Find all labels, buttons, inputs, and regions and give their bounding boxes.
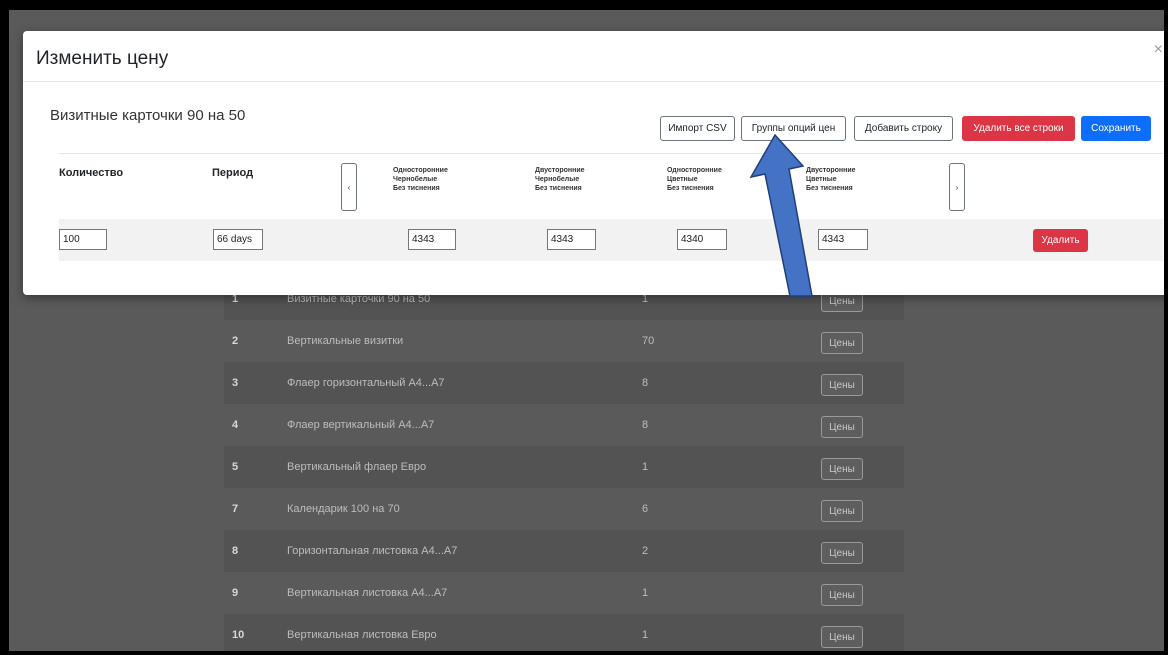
price-input-2[interactable] [547, 229, 596, 250]
product-name: Вертикальная листовка А4...А7 [287, 587, 448, 599]
prices-button[interactable]: Цены [821, 626, 863, 648]
product-count: 70 [642, 335, 655, 347]
prices-button[interactable]: Цены [821, 500, 863, 522]
product-name: Вертикальные визитки [287, 335, 404, 347]
prices-button[interactable]: Цены [821, 374, 863, 396]
table-row: 4 Флаер вертикальный А4...А7 8 Цены [224, 404, 904, 446]
column-option-1: Односторонние Черно­белые Без тиснения [393, 167, 448, 192]
product-name: Флаер вертикальный А4...А7 [287, 419, 435, 431]
product-count: 1 [642, 587, 649, 599]
price-option-groups-button[interactable]: Группы опций цен [741, 116, 846, 141]
row-number: 7 [232, 503, 239, 515]
product-count: 6 [642, 503, 649, 515]
prices-button[interactable]: Цены [821, 542, 863, 564]
product-name: Горизонтальная листовка А4...А7 [287, 545, 458, 557]
prices-button[interactable]: Цены [821, 458, 863, 480]
row-number: 10 [232, 629, 245, 641]
column-period: Период [212, 167, 254, 179]
scroll-right-button[interactable]: › [949, 163, 965, 211]
prices-button[interactable]: Цены [821, 332, 863, 354]
product-name: Вертикальный флаер Евро [287, 461, 427, 473]
product-count: 1 [642, 461, 649, 473]
screen: 1 Визитные карточки 90 на 50 1 Цены 2 Вертика… [9, 10, 1164, 651]
close-icon[interactable]: × [1154, 41, 1163, 59]
delete-all-rows-button[interactable]: Удалить все строки [962, 116, 1075, 141]
product-count: 8 [642, 419, 649, 431]
table-row: 7 Календарик 100 на 70 6 Цены [224, 488, 904, 530]
prices-button[interactable]: Цены [821, 584, 863, 606]
row-number: 3 [232, 377, 239, 389]
row-number: 2 [232, 335, 239, 347]
column-quantity: Количество [59, 167, 124, 179]
row-number: 9 [232, 587, 239, 599]
column-option-3: Односторонние Цветные Без тиснения [667, 167, 722, 192]
price-input-4[interactable] [818, 229, 868, 250]
modal-header: Изменить цену × [23, 31, 1164, 82]
table-row: 9 Вертикальная листовка А4...А7 1 Цены [224, 572, 904, 614]
save-button[interactable]: Сохранить [1081, 116, 1151, 141]
prices-button[interactable]: Цены [821, 416, 863, 438]
table-row: 8 Горизонтальная листовка А4...А7 2 Цены [224, 530, 904, 572]
column-option-4: Двусторонние Цветные Без тиснения [806, 167, 856, 192]
price-input-3[interactable] [677, 229, 727, 250]
table-row: 5 Вертикальный флаер Евро 1 Цены [224, 446, 904, 488]
background-products-table: 1 Визитные карточки 90 на 50 1 Цены 2 Вертика… [224, 278, 904, 651]
table-row: 2 Вертикальные визитки 70 Цены [224, 320, 904, 362]
product-name: Календарик 100 на 70 [287, 503, 400, 515]
product-name: Флаер горизонтальный А4...А7 [287, 377, 445, 389]
row-number: 8 [232, 545, 239, 557]
column-option-2: Двусторонние Черно­белые Без тиснения [535, 167, 585, 192]
modal-title: Изменить цену [36, 48, 169, 69]
row-number: 4 [232, 419, 239, 431]
product-count: 2 [642, 545, 649, 557]
table-row: 3 Флаер горизонтальный А4...А7 8 Цены [224, 362, 904, 404]
scroll-left-button[interactable]: ‹ [341, 163, 357, 211]
price-input-1[interactable] [408, 229, 456, 250]
table-row: 10 Вертикальная листовка Евро 1 Цены [224, 614, 904, 651]
header-divider [59, 153, 1163, 154]
period-input[interactable] [213, 229, 263, 250]
row-number: 5 [232, 461, 239, 473]
import-csv-button[interactable]: Импорт CSV [660, 116, 735, 141]
edit-price-modal: Изменить цену × Визитные карточки 90 на … [23, 31, 1164, 295]
product-title: Визитные карточки 90 на 50 [50, 107, 246, 124]
product-count: 8 [642, 377, 649, 389]
add-row-button[interactable]: Добавить строку [854, 116, 953, 141]
price-row: Удалить [59, 219, 1163, 261]
product-name: Вертикальная листовка Евро [287, 629, 437, 641]
quantity-input[interactable] [59, 229, 107, 250]
delete-row-button[interactable]: Удалить [1033, 229, 1088, 252]
product-count: 1 [642, 629, 649, 641]
